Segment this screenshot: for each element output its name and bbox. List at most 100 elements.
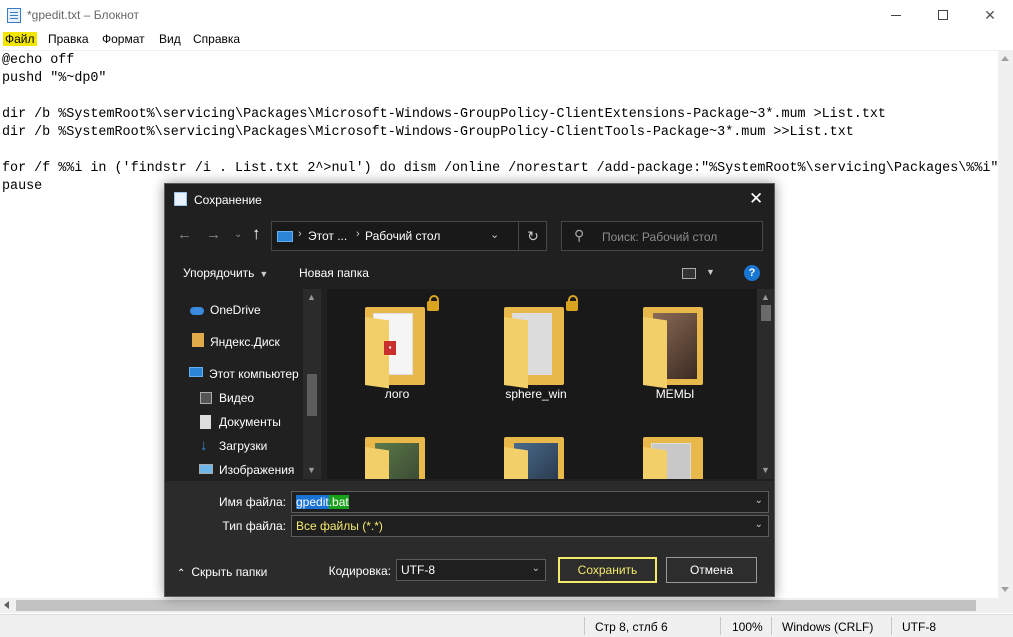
vertical-scrollbar[interactable] bbox=[998, 50, 1013, 598]
folder-icon bbox=[365, 437, 425, 479]
close-window-button[interactable]: ✕ bbox=[967, 0, 1013, 30]
menu-view[interactable]: Вид bbox=[157, 32, 183, 46]
file-type-select[interactable]: Все файлы (*.*) ⌄ bbox=[291, 515, 769, 537]
nav-item-downloads[interactable]: Загрузки bbox=[219, 439, 267, 453]
hide-folders-label: Скрыть папки bbox=[191, 565, 268, 579]
pdf-icon: ▪ bbox=[384, 341, 396, 355]
view-options-icon[interactable] bbox=[682, 268, 696, 279]
scroll-down-arrow-icon[interactable] bbox=[1001, 587, 1009, 592]
status-encoding: UTF-8 bbox=[902, 620, 936, 634]
nav-pane-scroll-thumb[interactable] bbox=[307, 374, 317, 416]
cancel-button[interactable]: Отмена bbox=[666, 557, 757, 583]
nav-item-documents[interactable]: Документы bbox=[219, 415, 281, 429]
horizontal-scrollbar[interactable] bbox=[0, 598, 1009, 613]
hide-folders-button[interactable]: ⌃ Скрыть папки bbox=[177, 565, 267, 579]
folder-name: МЕМЫ bbox=[655, 387, 695, 401]
menu-bar: Файл Правка Формат Вид Справка bbox=[0, 30, 1013, 49]
minimize-button[interactable] bbox=[873, 0, 919, 30]
scrollbar-corner bbox=[998, 598, 1013, 613]
scroll-down-arrow-icon[interactable]: ▼ bbox=[761, 465, 770, 475]
notepad-icon bbox=[7, 8, 21, 23]
editor-line: pause bbox=[2, 179, 43, 194]
breadcrumb-this-pc[interactable]: Этот ... bbox=[308, 229, 347, 243]
encoding-value: UTF-8 bbox=[401, 563, 435, 577]
folder-icon bbox=[504, 437, 564, 479]
file-list-scroll-thumb[interactable] bbox=[761, 305, 771, 321]
search-icon: ⚲ bbox=[574, 227, 585, 243]
scroll-up-arrow-icon[interactable]: ▲ bbox=[307, 292, 316, 302]
menu-help[interactable]: Справка bbox=[191, 32, 242, 46]
chevron-down-icon[interactable]: ⌄ bbox=[532, 563, 540, 574]
scroll-left-arrow-icon[interactable] bbox=[4, 601, 9, 609]
scroll-up-arrow-icon[interactable]: ▲ bbox=[761, 292, 770, 302]
scroll-down-arrow-icon[interactable]: ▼ bbox=[307, 465, 316, 475]
lock-icon bbox=[427, 295, 439, 311]
file-list-scrollbar[interactable]: ▲ ▼ bbox=[757, 289, 774, 479]
cursor-position: Стр 8, стлб 6 bbox=[595, 620, 668, 634]
window-title: *gpedit.txt – Блокнот bbox=[27, 8, 140, 22]
menu-file[interactable]: Файл bbox=[3, 32, 37, 46]
folder-icon: ▪ bbox=[365, 307, 425, 389]
notepad-titlebar: *gpedit.txt – Блокнот ✕ bbox=[0, 0, 1013, 30]
nav-item-this-pc[interactable]: Этот компьютер bbox=[209, 367, 299, 381]
folder-item-logo[interactable]: ▪ лого bbox=[332, 289, 439, 409]
folder-item[interactable] bbox=[610, 419, 710, 479]
menu-format[interactable]: Формат bbox=[100, 32, 147, 46]
menu-edit[interactable]: Правка bbox=[46, 32, 91, 46]
nav-item-pictures[interactable]: Изображения bbox=[219, 463, 294, 477]
folder-item-sphere-win[interactable]: sphere_win bbox=[471, 289, 578, 409]
breadcrumb-desktop[interactable]: Рабочий стол bbox=[365, 229, 440, 243]
encoding-select[interactable]: UTF-8 ⌄ bbox=[396, 559, 546, 581]
nav-item-video[interactable]: Видео bbox=[219, 391, 254, 405]
maximize-icon bbox=[938, 10, 948, 20]
navigation-pane: OneDrive Яндекс.Диск Этот компьютер Виде… bbox=[165, 289, 321, 479]
folder-icon bbox=[504, 307, 564, 389]
minimize-icon bbox=[891, 14, 901, 16]
editor-line: @echo off bbox=[2, 53, 75, 68]
chevron-up-icon: ⌃ bbox=[177, 568, 186, 579]
back-arrow-icon[interactable]: ← bbox=[177, 226, 192, 243]
address-dropdown-icon[interactable]: ⌄ bbox=[490, 228, 499, 241]
line-endings: Windows (CRLF) bbox=[782, 620, 874, 634]
save-button[interactable]: Сохранить bbox=[558, 557, 657, 583]
folder-name: sphere_win bbox=[505, 387, 567, 401]
new-folder-button[interactable]: Новая папка bbox=[299, 266, 369, 280]
downloads-icon: ↓ bbox=[200, 437, 208, 454]
folder-item[interactable] bbox=[471, 419, 571, 479]
file-name-field[interactable]: gpedit.bat ⌄ bbox=[291, 491, 769, 513]
search-input[interactable]: ⚲ Поиск: Рабочий стол bbox=[561, 221, 763, 251]
scroll-up-arrow-icon[interactable] bbox=[1001, 56, 1009, 61]
organize-button[interactable]: Упорядочить ▼ bbox=[183, 266, 268, 280]
help-icon[interactable]: ? bbox=[744, 265, 760, 281]
pictures-icon bbox=[199, 464, 213, 474]
folder-item-memes[interactable]: МЕМЫ bbox=[610, 289, 710, 409]
horizontal-scroll-thumb[interactable] bbox=[16, 600, 976, 611]
file-name-selected-extension: .bat bbox=[328, 495, 349, 509]
chevron-down-icon[interactable]: ⌄ bbox=[755, 495, 763, 506]
nav-item-yandex-disk[interactable]: Яндекс.Диск bbox=[210, 335, 280, 349]
address-bar[interactable]: › Этот ... › Рабочий стол ⌄ ↻ bbox=[271, 221, 547, 251]
status-bar: Стр 8, стлб 6 100% Windows (CRLF) UTF-8 bbox=[0, 614, 1013, 637]
nav-item-onedrive[interactable]: OneDrive bbox=[210, 303, 261, 317]
save-dialog: Сохранение ✕ ← → ⌄ ↑ › Этот ... › Рабочи… bbox=[164, 183, 775, 597]
editor-line: pushd "%~dp0" bbox=[2, 71, 107, 86]
up-arrow-icon[interactable]: ↑ bbox=[252, 224, 261, 244]
file-list: ▪ лого sphere_win МЕМЫ bbox=[327, 289, 757, 479]
view-chevron-down-icon[interactable]: ▼ bbox=[706, 267, 715, 277]
folder-icon bbox=[643, 437, 703, 479]
maximize-button[interactable] bbox=[920, 0, 966, 30]
dialog-close-button[interactable]: ✕ bbox=[749, 189, 763, 209]
status-separator bbox=[771, 617, 772, 635]
folder-name: лого bbox=[384, 387, 410, 401]
recent-locations-chevron-icon[interactable]: ⌄ bbox=[234, 229, 242, 240]
zoom-level: 100% bbox=[732, 620, 763, 634]
dialog-title: Сохранение bbox=[194, 193, 262, 207]
refresh-icon[interactable]: ↻ bbox=[518, 222, 547, 250]
nav-pane-scrollbar[interactable]: ▲ ▼ bbox=[303, 289, 321, 479]
encoding-label: Кодировка: bbox=[328, 564, 391, 578]
chevron-down-icon[interactable]: ⌄ bbox=[755, 519, 763, 530]
folder-item[interactable] bbox=[332, 419, 432, 479]
forward-arrow-icon[interactable]: → bbox=[206, 226, 221, 243]
organize-label: Упорядочить bbox=[183, 266, 255, 280]
editor-line: dir /b %SystemRoot%\servicing\Packages\M… bbox=[2, 125, 854, 140]
